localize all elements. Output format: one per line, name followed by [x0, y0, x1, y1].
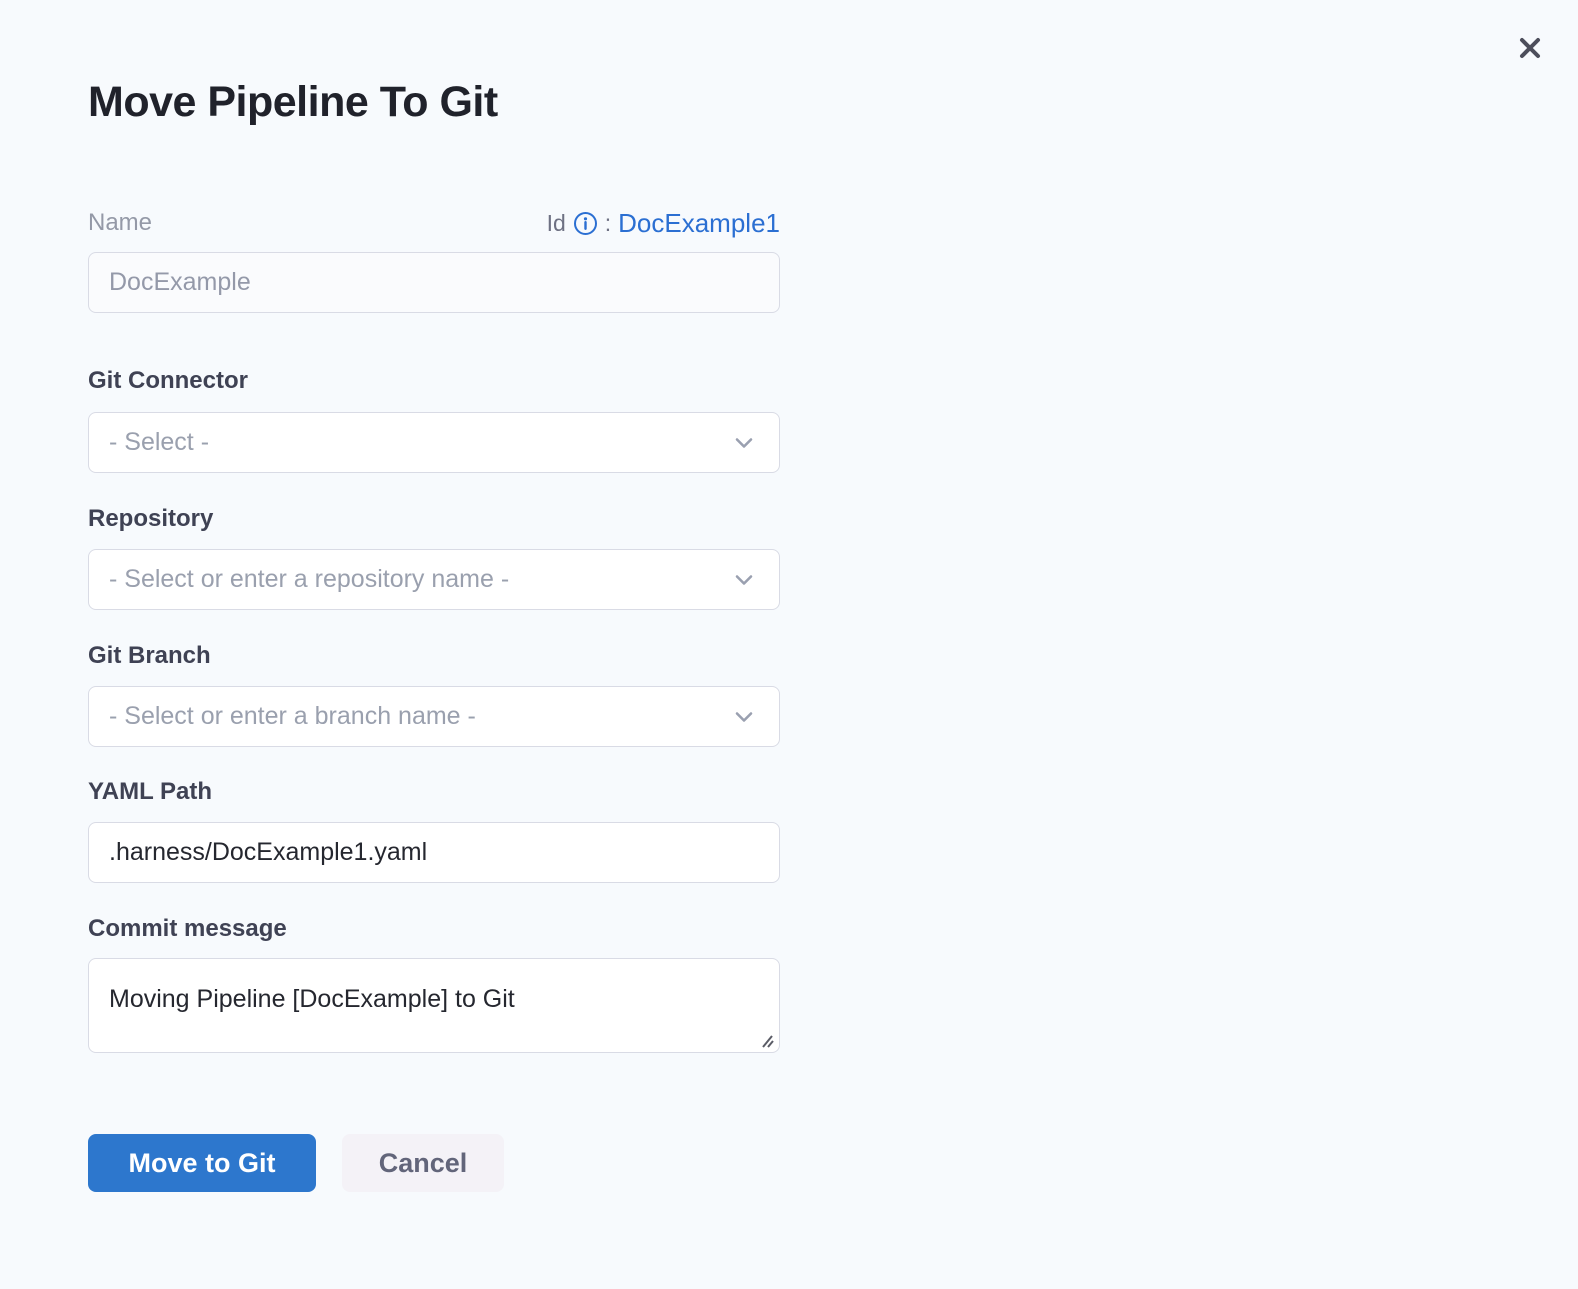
- git-branch-select[interactable]: - Select or enter a branch name -: [88, 686, 780, 747]
- git-branch-placeholder: - Select or enter a branch name -: [109, 702, 735, 731]
- commit-message-label: Commit message: [88, 914, 780, 944]
- git-connector-placeholder: - Select -: [109, 428, 735, 457]
- move-to-git-button[interactable]: Move to Git: [88, 1134, 316, 1192]
- id-label: Id: [547, 210, 566, 237]
- yaml-path-label: YAML Path: [88, 777, 780, 807]
- repository-placeholder: - Select or enter a repository name -: [109, 565, 735, 594]
- commit-message-wrap: Moving Pipeline [DocExample] to Git: [88, 958, 780, 1058]
- dialog-title: Move Pipeline To Git: [88, 76, 498, 128]
- repository-select[interactable]: - Select or enter a repository name -: [88, 549, 780, 610]
- close-button[interactable]: [1510, 28, 1550, 68]
- info-icon[interactable]: [573, 211, 598, 236]
- name-header-row: Name Id : DocExample1: [88, 207, 780, 239]
- chevron-down-icon: [735, 574, 753, 586]
- close-icon: [1514, 32, 1546, 64]
- chevron-down-icon: [735, 437, 753, 449]
- git-connector-select[interactable]: - Select -: [88, 412, 780, 473]
- yaml-path-input[interactable]: [88, 822, 780, 883]
- git-connector-label: Git Connector: [88, 366, 780, 396]
- repository-label: Repository: [88, 504, 780, 534]
- name-label: Name: [88, 209, 152, 237]
- chevron-down-icon: [735, 711, 753, 723]
- move-pipeline-to-git-dialog: Move Pipeline To Git Name Id : DocExampl…: [0, 0, 1578, 1289]
- git-branch-label: Git Branch: [88, 641, 780, 671]
- commit-message-textarea[interactable]: Moving Pipeline [DocExample] to Git: [88, 958, 780, 1053]
- dialog-footer: Move to Git Cancel: [88, 1134, 780, 1192]
- id-separator: :: [605, 210, 611, 237]
- name-input[interactable]: [88, 252, 780, 313]
- cancel-button[interactable]: Cancel: [342, 1134, 504, 1192]
- pipeline-id-link[interactable]: DocExample1: [618, 208, 780, 239]
- pipeline-id-group: Id : DocExample1: [547, 208, 780, 239]
